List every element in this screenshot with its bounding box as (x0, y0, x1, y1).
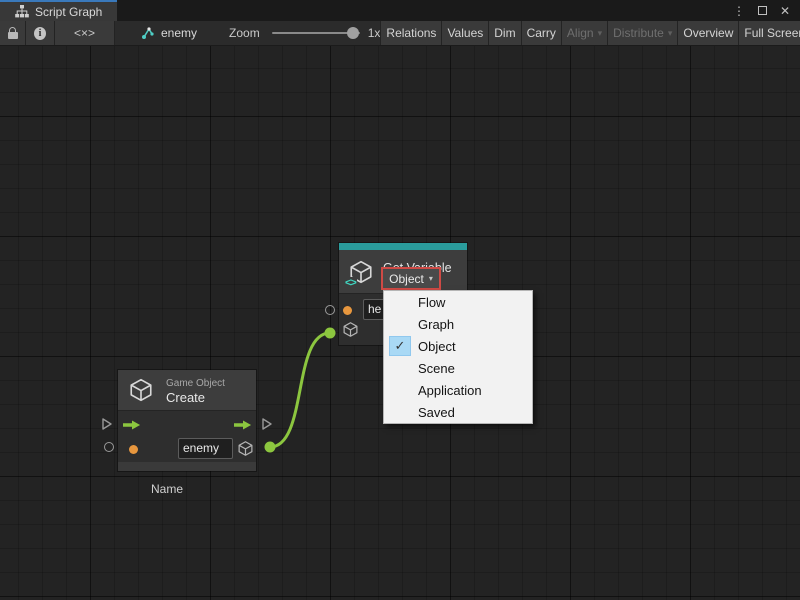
menu-item-scene[interactable]: Scene (384, 357, 532, 379)
flow-in-arrow-icon (123, 419, 141, 431)
menu-item-application[interactable]: Application (384, 379, 532, 401)
variable-kind-menu: Flow Graph ✓ Object Scene Application Sa… (383, 290, 533, 424)
toolbar-buttons: Relations Values Dim Carry Align▾ Distri… (380, 21, 800, 45)
chevron-down-icon: ▾ (429, 274, 433, 283)
align-button: Align▾ (562, 21, 608, 45)
create-game-object-node[interactable]: Game Object Create Name enemy (118, 370, 256, 471)
info-icon: i (34, 27, 46, 40)
window-controls: ⋮ ✕ (733, 0, 800, 21)
wire-end-port[interactable] (325, 328, 336, 339)
code-angle-icon: <> (344, 277, 357, 289)
dim-button[interactable]: Dim (489, 21, 521, 45)
node-body: Name enemy (118, 410, 256, 462)
menu-item-flow[interactable]: Flow (384, 291, 532, 313)
zoom-value: 1x (368, 26, 381, 40)
overview-button[interactable]: Overview (678, 21, 739, 45)
create-flow-in-port[interactable] (101, 417, 113, 431)
chevron-down-icon: ▾ (598, 28, 603, 39)
gameobject-output-icon (237, 440, 254, 457)
breadcrumb-graph-name: enemy (161, 26, 197, 40)
create-flow-out-port[interactable] (261, 417, 273, 431)
name-label: Name (151, 482, 183, 496)
tab-script-graph[interactable]: Script Graph (0, 0, 117, 21)
values-button[interactable]: Values (442, 21, 489, 45)
menu-item-saved[interactable]: Saved (384, 401, 532, 423)
menu-item-graph[interactable]: Graph (384, 313, 532, 335)
create-name-port[interactable] (104, 442, 114, 452)
check-icon: ✓ (389, 336, 411, 356)
chevron-down-icon: ▾ (668, 28, 673, 39)
node-category: Game Object (166, 378, 225, 389)
more-menu-icon[interactable]: ⋮ (733, 5, 745, 17)
node-footer (118, 462, 256, 471)
zoom-label: Zoom (229, 26, 260, 40)
connection-wire[interactable] (270, 333, 330, 447)
node-title: Create (166, 390, 205, 405)
tab-bar: Script Graph ⋮ ✕ (0, 0, 800, 21)
zoom-slider-knob[interactable] (347, 27, 359, 39)
inspect-button[interactable]: i (26, 21, 55, 45)
lock-icon (8, 27, 18, 39)
lock-button[interactable] (0, 21, 26, 45)
breadcrumb[interactable]: enemy (141, 21, 197, 45)
menu-item-object[interactable]: ✓ Object (384, 335, 532, 357)
flow-out-arrow-icon (234, 419, 252, 431)
close-icon[interactable]: ✕ (780, 5, 790, 17)
node-header: Game Object Create (118, 370, 256, 410)
carry-button[interactable]: Carry (522, 21, 562, 45)
graph-hierarchy-icon (15, 5, 29, 18)
name-input-port[interactable] (343, 306, 352, 315)
wire-start-port[interactable] (265, 442, 276, 453)
distribute-button: Distribute▾ (608, 21, 678, 45)
graph-node-icon (141, 26, 155, 40)
gameobject-source-icon[interactable] (342, 321, 359, 338)
graph-toolbar: i <×> enemy Zoom 1x Relations Values Dim… (0, 21, 800, 46)
variable-scope-dropdown[interactable]: Object ▾ (381, 267, 441, 290)
relations-button[interactable]: Relations (381, 21, 442, 45)
name-value-field[interactable]: enemy (178, 438, 233, 459)
code-brackets-icon: <×> (74, 26, 95, 40)
tab-title: Script Graph (35, 5, 102, 19)
name-input-port[interactable] (129, 445, 138, 454)
zoom-slider[interactable] (272, 32, 360, 34)
variable-cube-icon: <> (348, 259, 374, 285)
graph-canvas[interactable]: <> Get Variable Object ▾ he Game Object … (0, 46, 800, 600)
full-screen-button[interactable]: Full Screen (739, 21, 800, 45)
gameobject-cube-icon (128, 377, 154, 403)
edit-code-button[interactable]: <×> (55, 21, 115, 45)
maximize-icon[interactable] (758, 6, 767, 15)
node-accent-strip (339, 243, 467, 250)
get-variable-name-port[interactable] (325, 305, 335, 315)
